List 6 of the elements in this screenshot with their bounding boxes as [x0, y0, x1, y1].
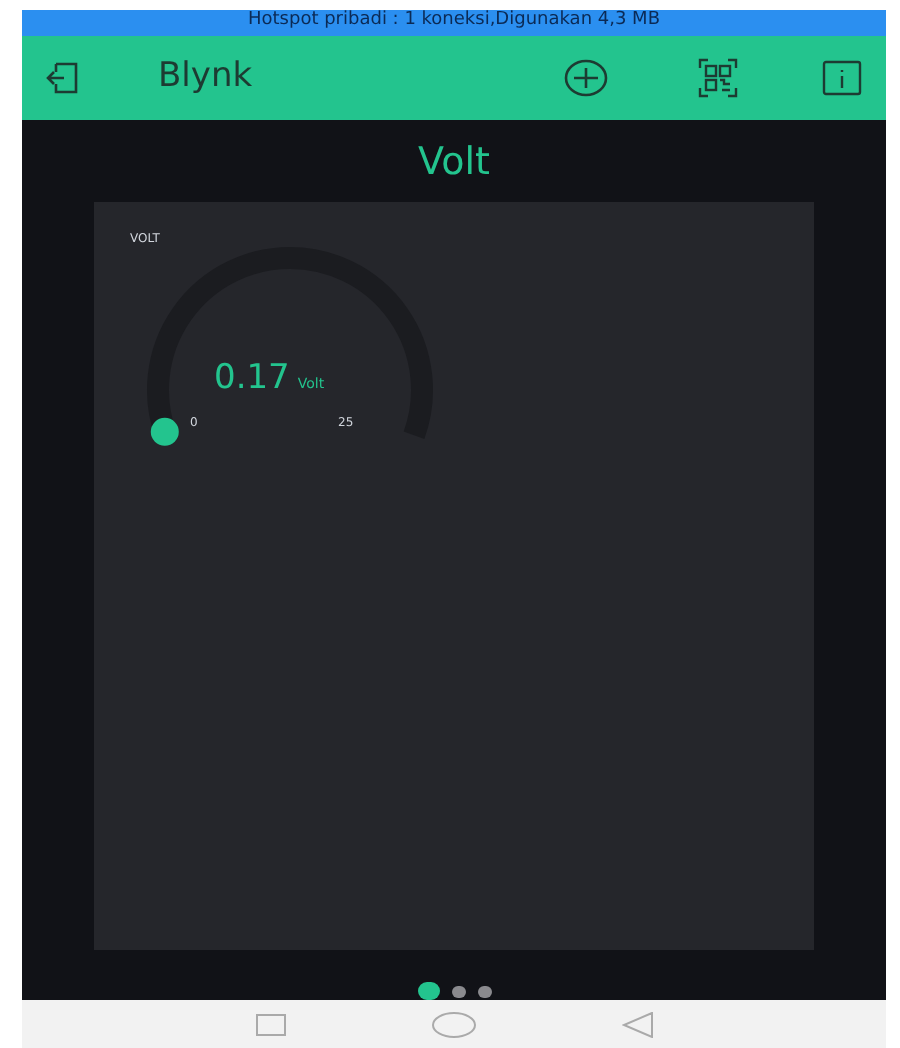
dashboard-title: Volt	[418, 137, 490, 187]
app-title: Blynk	[158, 53, 253, 100]
qr-code-icon[interactable]	[694, 53, 742, 101]
gauge-value: 0.17	[214, 356, 290, 402]
gauge-knob	[150, 417, 179, 446]
hotspot-status-text: Hotspot pribadi : 1 koneksi,Digunakan 4,3 MB	[247, 8, 660, 35]
